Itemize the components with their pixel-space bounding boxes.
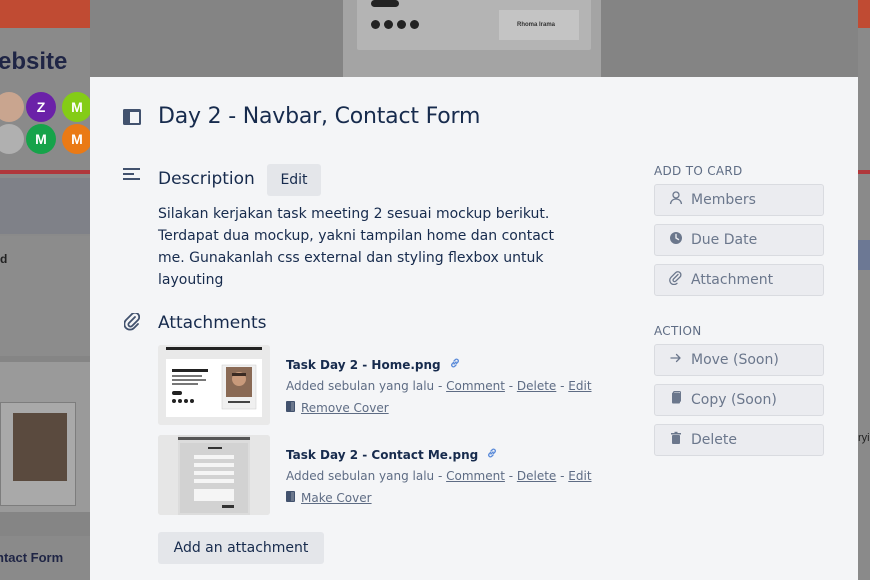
move-button[interactable]: Move (Soon) xyxy=(654,344,824,376)
background-card: d xyxy=(0,236,90,356)
delete-label: Delete xyxy=(691,432,737,448)
paperclip-icon xyxy=(122,313,142,331)
background-band xyxy=(858,240,870,270)
background-card-cover xyxy=(0,356,90,536)
attachment-cover-action[interactable]: Make Cover xyxy=(286,491,372,505)
cover-icon xyxy=(286,401,295,415)
attachment-meta: Added sebulan yang lalu - Comment - Dele… xyxy=(286,469,592,483)
background-heading: ebsite xyxy=(0,48,68,75)
background-mockup: Rhoma Irama xyxy=(343,0,601,77)
attachments-heading: Attachments xyxy=(158,313,267,333)
person-icon xyxy=(669,191,683,209)
attachment-comment-link[interactable]: Comment xyxy=(446,469,505,483)
add-attachment-button[interactable]: Add an attachment xyxy=(158,532,324,564)
social-icon xyxy=(371,20,380,29)
background-card-title: ntact Form xyxy=(0,550,64,565)
make-cover-link[interactable]: Make Cover xyxy=(301,491,372,505)
paperclip-icon xyxy=(669,271,683,289)
background-header-bar xyxy=(858,0,870,28)
action-label: ACTION xyxy=(654,324,702,338)
trash-icon xyxy=(669,431,683,449)
avatar: M xyxy=(62,92,90,122)
copy-button[interactable]: Copy (Soon) xyxy=(654,384,824,416)
social-icon xyxy=(397,20,406,29)
attachment-name-text[interactable]: Task Day 2 - Home.png xyxy=(286,358,441,372)
members-button[interactable]: Members xyxy=(654,184,824,216)
avatar xyxy=(0,124,24,154)
link-icon[interactable] xyxy=(449,357,461,372)
description-text[interactable]: Silakan kerjakan task meeting 2 sesuai m… xyxy=(158,203,558,291)
attachment-thumbnail[interactable] xyxy=(158,435,270,515)
attachment-name[interactable]: Task Day 2 - Home.png xyxy=(286,357,461,372)
attachment-comment-link[interactable]: Comment xyxy=(446,379,505,393)
background-mockup-page: Rhoma Irama xyxy=(357,0,591,50)
attachment-meta: Added sebulan yang lalu - Comment - Dele… xyxy=(286,379,592,393)
attachment-label: Attachment xyxy=(691,272,774,288)
description-icon xyxy=(122,166,142,182)
arrow-right-icon xyxy=(669,351,683,369)
members-label: Members xyxy=(691,192,756,208)
attachment-cover-action[interactable]: Remove Cover xyxy=(286,401,389,415)
remove-cover-link[interactable]: Remove Cover xyxy=(301,401,389,415)
description-heading: Description xyxy=(158,169,255,189)
link-icon[interactable] xyxy=(486,447,498,462)
background-name-card: Rhoma Irama xyxy=(499,10,579,40)
social-icon xyxy=(384,20,393,29)
clock-icon xyxy=(669,231,683,249)
add-to-card-label: ADD TO CARD xyxy=(654,164,743,178)
delete-button[interactable]: Delete xyxy=(654,424,824,456)
avatar: M xyxy=(62,124,90,154)
social-icon xyxy=(410,20,419,29)
card-detail-modal: Day 2 - Navbar, Contact Form Description… xyxy=(90,77,858,580)
copy-label: Copy (Soon) xyxy=(691,392,777,408)
background-divider xyxy=(0,170,90,174)
background-cover-image xyxy=(0,362,90,512)
avatar: M xyxy=(26,124,56,154)
due-date-label: Due Date xyxy=(691,232,758,248)
attachment-added: Added sebulan yang lalu xyxy=(286,379,435,393)
background-divider xyxy=(858,170,870,174)
background-text: ryi xyxy=(858,432,870,444)
avatar xyxy=(0,92,24,122)
background-band xyxy=(0,178,90,234)
card-icon xyxy=(122,108,142,126)
move-label: Move (Soon) xyxy=(691,352,779,368)
attachment-name-text[interactable]: Task Day 2 - Contact Me.png xyxy=(286,448,478,462)
avatar: Z xyxy=(26,92,56,122)
background-card-text: d xyxy=(0,252,8,266)
background-profile-card xyxy=(0,402,76,506)
attachment-thumbnail[interactable] xyxy=(158,345,270,425)
description-edit-button[interactable]: Edit xyxy=(267,164,321,196)
background-name-text: Rhoma Irama xyxy=(517,22,556,28)
attachment-button[interactable]: Attachment xyxy=(654,264,824,296)
background-header-bar xyxy=(0,0,90,28)
background-board-right: ryi xyxy=(858,0,870,580)
attachment-delete-link[interactable]: Delete xyxy=(517,379,556,393)
background-profile-photo xyxy=(13,413,67,481)
attachment-edit-link[interactable]: Edit xyxy=(568,379,591,393)
card-title[interactable]: Day 2 - Navbar, Contact Form xyxy=(158,104,480,129)
background-social-icons xyxy=(371,20,419,29)
cover-icon xyxy=(286,491,295,505)
copy-icon xyxy=(669,391,683,409)
due-date-button[interactable]: Due Date xyxy=(654,224,824,256)
background-board-left: ebsite Z M M M d ntact Form xyxy=(0,0,90,580)
background-cover-top: Rhoma Irama xyxy=(90,0,858,77)
background-contact-pill xyxy=(371,0,399,7)
attachment-name[interactable]: Task Day 2 - Contact Me.png xyxy=(286,447,498,462)
attachment-edit-link[interactable]: Edit xyxy=(568,469,591,483)
attachment-added: Added sebulan yang lalu xyxy=(286,469,435,483)
attachment-delete-link[interactable]: Delete xyxy=(517,469,556,483)
